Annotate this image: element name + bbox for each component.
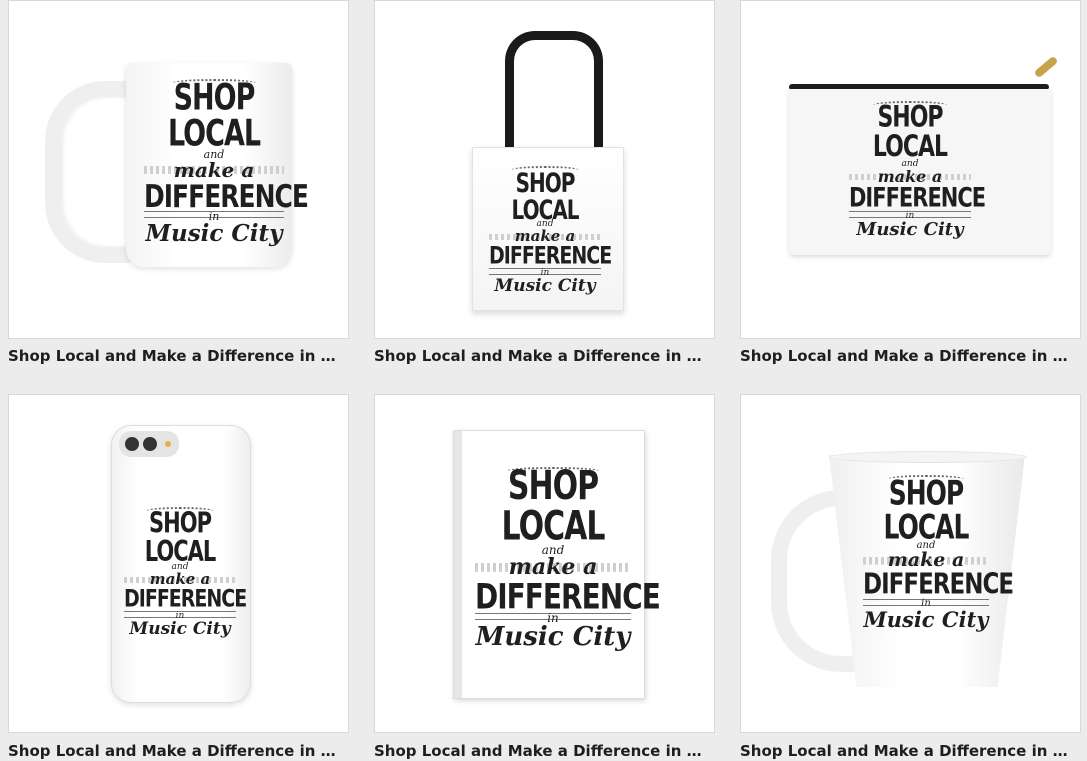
mug-rim (829, 451, 1027, 463)
product-image[interactable]: SHOP LOCAL and make a DIFFERENCE in Musi… (740, 0, 1081, 339)
design-text-difference: DIFFERENCE (849, 182, 986, 213)
design-text-shop-local: SHOP LOCAL (167, 76, 261, 156)
design-text-difference: DIFFERENCE (124, 585, 247, 613)
product-design: SHOP LOCAL and make a DIFFERENCE in Musi… (863, 473, 1014, 632)
flash-icon (165, 441, 171, 447)
product-design: SHOP LOCAL and make a DIFFERENCE in Musi… (475, 462, 661, 652)
design-text-difference: DIFFERENCE (475, 575, 661, 617)
product-card-phone-case[interactable]: SHOP LOCAL and make a DIFFERENCE in Musi… (8, 394, 349, 761)
design-text-music-city: Music City (129, 619, 231, 639)
design-text-make-a: make a (144, 160, 284, 180)
product-design: SHOP LOCAL and make a DIFFERENCE in Musi… (849, 100, 986, 240)
design-text-make-a: make a (863, 551, 989, 570)
product-card-tote-bag[interactable]: SHOP LOCAL and make a DIFFERENCE in Musi… (374, 0, 715, 372)
design-text-music-city: Music City (856, 219, 964, 240)
design-text-difference: DIFFERENCE (863, 568, 1014, 602)
design-text-music-city: Music City (145, 220, 283, 247)
product-image[interactable]: SHOP LOCAL and make a DIFFERENCE in Musi… (374, 394, 715, 733)
product-design: SHOP LOCAL and make a DIFFERENCE in Musi… (489, 166, 612, 296)
product-title[interactable]: Shop Local and Make a Difference in Musi… (740, 346, 1081, 366)
product-image[interactable]: SHOP LOCAL and make a DIFFERENCE in Musi… (740, 394, 1081, 733)
design-text-shop-local: SHOP LOCAL (872, 100, 948, 165)
design-text-shop-local: SHOP LOCAL (511, 166, 580, 226)
product-title[interactable]: Shop Local and Make a Difference in Musi… (8, 741, 349, 761)
camera-lens-icon (125, 437, 139, 451)
design-text-music-city: Music City (475, 622, 631, 652)
product-image[interactable]: SHOP LOCAL and make a DIFFERENCE in Musi… (8, 394, 349, 733)
product-design: SHOP LOCAL and make a DIFFERENCE in Musi… (144, 76, 309, 247)
product-title[interactable]: Shop Local and Make a Difference in Musi… (740, 741, 1081, 761)
product-title[interactable]: Shop Local and Make a Difference in Musi… (374, 741, 715, 761)
product-grid: SHOP LOCAL and make a DIFFERENCE in Musi… (0, 0, 1087, 761)
product-card-zip-pouch[interactable]: SHOP LOCAL and make a DIFFERENCE in Musi… (740, 0, 1081, 372)
product-card-mug[interactable]: SHOP LOCAL and make a DIFFERENCE in Musi… (8, 0, 349, 372)
product-title[interactable]: Shop Local and Make a Difference in Musi… (8, 346, 349, 366)
design-text-make-a: make a (475, 556, 631, 578)
mug-handle (45, 81, 131, 263)
design-text-shop-local: SHOP LOCAL (883, 473, 970, 547)
product-title[interactable]: Shop Local and Make a Difference in Musi… (374, 346, 715, 366)
design-text-difference: DIFFERENCE (489, 242, 612, 270)
design-text-shop-local: SHOP LOCAL (501, 462, 606, 551)
product-card-latte-mug[interactable]: SHOP LOCAL and make a DIFFERENCE in Musi… (740, 394, 1081, 761)
design-text-difference: DIFFERENCE (144, 178, 309, 215)
design-text-music-city: Music City (863, 607, 989, 632)
product-image[interactable]: SHOP LOCAL and make a DIFFERENCE in Musi… (8, 0, 349, 339)
zipper-pull (1033, 55, 1059, 79)
camera-lens-icon (143, 437, 157, 451)
design-text-music-city: Music City (494, 276, 596, 296)
product-image[interactable]: SHOP LOCAL and make a DIFFERENCE in Musi… (374, 0, 715, 339)
design-text-shop-local: SHOP LOCAL (144, 506, 217, 568)
product-card-notebook[interactable]: SHOP LOCAL and make a DIFFERENCE in Musi… (374, 394, 715, 761)
product-design: SHOP LOCAL and make a DIFFERENCE in Musi… (124, 506, 247, 639)
